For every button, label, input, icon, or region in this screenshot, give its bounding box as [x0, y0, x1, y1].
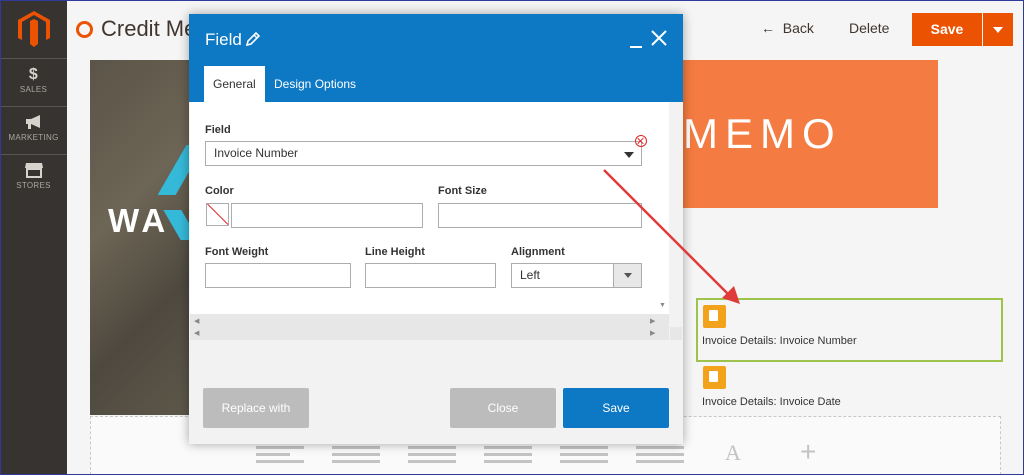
horizontal-scrollbar[interactable]: ◀ ▶ ◀ ▶: [190, 314, 669, 340]
store-icon: [24, 163, 43, 178]
line-height-label: Line Height: [365, 246, 425, 258]
layout-tool-icon[interactable]: [636, 446, 684, 464]
font-size-label: Font Size: [438, 185, 487, 197]
delete-button[interactable]: Delete: [849, 20, 889, 36]
layout-tool-icon[interactable]: [560, 446, 608, 464]
layout-tool-icon[interactable]: [408, 446, 456, 464]
sidebar-item-label: STORES: [16, 181, 51, 190]
element-label[interactable]: Invoice Details: Invoice Number: [702, 335, 857, 347]
sidebar-item-sales[interactable]: $ SALES: [0, 66, 67, 94]
decorative-stripe: [157, 145, 190, 195]
color-label: Color: [205, 185, 234, 197]
modal-header: Field General Design Options: [189, 14, 683, 102]
alignment-label: Alignment: [511, 246, 565, 258]
image-text: WA: [108, 202, 170, 239]
field-modal: Field General Design Options Field Invoi…: [189, 14, 683, 444]
sidebar-item-marketing[interactable]: MARKETING: [0, 114, 67, 142]
admin-sidebar: $ SALES MARKETING STORES: [0, 0, 67, 475]
field-select[interactable]: Invoice Number: [205, 141, 642, 166]
memo-banner[interactable]: MEMO: [683, 60, 938, 208]
sidebar-divider: [0, 106, 67, 107]
back-button-label: Back: [782, 20, 814, 36]
font-size-input[interactable]: [438, 203, 642, 228]
save-options-dropdown[interactable]: [983, 13, 1013, 46]
magento-logo-icon[interactable]: [17, 10, 51, 48]
megaphone-icon: [25, 115, 40, 129]
sidebar-divider: [0, 154, 67, 155]
back-button[interactable]: ← Back: [761, 20, 814, 36]
font-weight-input[interactable]: [205, 263, 351, 288]
layout-tool-icon[interactable]: [256, 446, 304, 464]
minimize-icon[interactable]: [630, 46, 642, 48]
field-element-icon[interactable]: [703, 366, 726, 389]
close-button[interactable]: Close: [450, 388, 556, 428]
tab-general[interactable]: General: [204, 66, 265, 102]
sidebar-item-stores[interactable]: STORES: [0, 162, 67, 190]
chevron-down-icon[interactable]: [613, 264, 641, 287]
element-label[interactable]: Invoice Details: Invoice Date: [702, 396, 841, 408]
banner-text: MEMO: [683, 110, 842, 157]
arrow-left-icon: ←: [761, 20, 775, 36]
text-tool-icon[interactable]: A: [725, 440, 741, 466]
template-background-image: WA: [90, 60, 190, 415]
sidebar-item-label: SALES: [19, 85, 48, 94]
save-button[interactable]: Save: [912, 13, 982, 46]
color-input[interactable]: [231, 203, 423, 228]
chevron-down-icon: [624, 152, 634, 158]
scroll-right-icon[interactable]: ▶: [650, 329, 655, 337]
dollar-icon: $: [28, 66, 39, 83]
scroll-left-icon[interactable]: ◀: [194, 317, 199, 325]
scroll-right-icon[interactable]: ▶: [650, 317, 655, 325]
close-icon[interactable]: [650, 29, 668, 47]
layout-tool-icon[interactable]: [484, 446, 532, 464]
resize-handle[interactable]: [670, 327, 682, 340]
clear-icon[interactable]: [635, 135, 647, 147]
layout-tool-icon[interactable]: [332, 446, 380, 464]
circle-icon: [76, 21, 93, 38]
selected-element-frame[interactable]: [696, 298, 1003, 362]
add-tool-icon[interactable]: +: [800, 436, 816, 468]
replace-with-button[interactable]: Replace with: [203, 388, 309, 428]
tab-design-options[interactable]: Design Options: [265, 66, 365, 102]
scroll-down-icon[interactable]: ▼: [659, 302, 666, 309]
color-swatch[interactable]: [206, 203, 229, 226]
font-weight-label: Font Weight: [205, 246, 269, 258]
sidebar-item-label: MARKETING: [8, 133, 59, 142]
scroll-left-icon[interactable]: ◀: [194, 329, 199, 337]
vertical-scrollbar[interactable]: ▼: [656, 102, 669, 314]
field-element-icon[interactable]: [703, 305, 726, 328]
sidebar-divider: [0, 58, 67, 59]
pencil-icon[interactable]: [245, 31, 261, 47]
field-label: Field: [205, 124, 231, 136]
modal-save-button[interactable]: Save: [563, 388, 669, 428]
modal-title: Field: [205, 30, 242, 49]
line-height-input[interactable]: [365, 263, 496, 288]
